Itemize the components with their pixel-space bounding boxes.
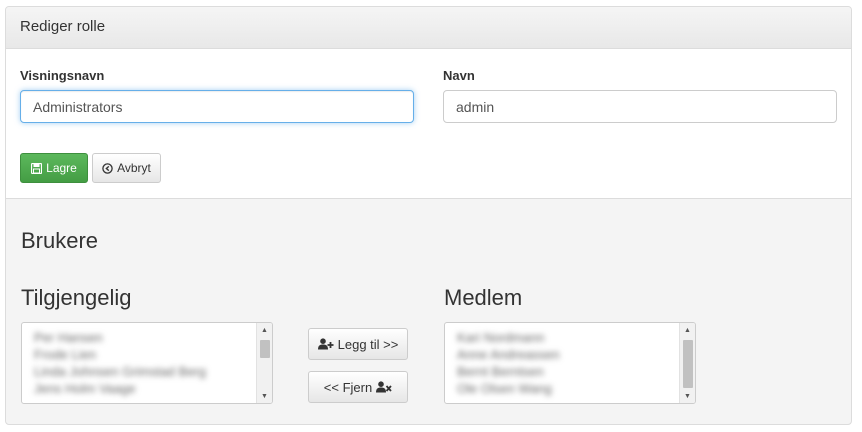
members-scrollbar[interactable]: ▲ ▼	[679, 323, 695, 403]
add-button[interactable]: Legg til >>	[308, 328, 408, 360]
remove-button[interactable]: << Fjern	[308, 371, 408, 403]
save-label: Lagre	[46, 161, 77, 175]
cancel-button[interactable]: Avbryt	[92, 153, 161, 183]
available-scrollbar[interactable]: ▲ ▼	[256, 323, 272, 403]
panel-heading: Rediger rolle	[6, 7, 851, 49]
user-remove-icon	[376, 381, 392, 393]
available-items: Per Hansen Frode Lien Linda Johnsen Grim…	[34, 329, 250, 397]
role-form: Visningsnavn Navn Lagre Avbryt	[6, 49, 851, 199]
user-plus-icon	[317, 338, 334, 350]
name-field[interactable]	[443, 90, 837, 123]
remove-label: << Fjern	[323, 379, 373, 395]
list-item[interactable]: Kari Nordmann	[457, 329, 673, 346]
list-item[interactable]: Linda Johnsen Grimstad Berg	[34, 363, 250, 380]
member-items: Kari Nordmann Anne Andreassen Bernt Bern…	[457, 329, 673, 397]
edit-role-panel: Rediger rolle Visningsnavn Navn Lagre	[5, 6, 852, 425]
scroll-thumb[interactable]	[260, 340, 270, 358]
available-users-list[interactable]: Per Hansen Frode Lien Linda Johnsen Grim…	[21, 322, 273, 404]
list-item[interactable]: Bernt Berntsen	[457, 363, 673, 380]
list-item[interactable]: Jens Holm Vaage	[34, 380, 250, 397]
scroll-down-icon[interactable]: ▼	[680, 389, 695, 403]
scroll-up-icon[interactable]: ▲	[257, 323, 272, 337]
list-item[interactable]: Per Hansen	[34, 329, 250, 346]
members-heading: Medlem	[444, 285, 523, 310]
add-label: Legg til >>	[337, 336, 399, 352]
users-heading: Brukere	[21, 228, 99, 253]
name-label: Navn	[443, 68, 475, 83]
member-users-list[interactable]: Kari Nordmann Anne Andreassen Bernt Bern…	[444, 322, 696, 404]
panel-title: Rediger rolle	[20, 18, 106, 35]
list-item[interactable]: Frode Lien	[34, 346, 250, 363]
available-heading: Tilgjengelig	[21, 285, 132, 310]
display-name-label: Visningsnavn	[20, 68, 105, 83]
scroll-down-icon[interactable]: ▼	[257, 389, 272, 403]
save-button[interactable]: Lagre	[20, 153, 88, 183]
display-name-field[interactable]	[20, 90, 414, 123]
scroll-thumb[interactable]	[683, 340, 693, 388]
list-item[interactable]: Anne Andreassen	[457, 346, 673, 363]
circle-arrow-icon	[102, 162, 113, 174]
list-item[interactable]: Ole Olsen Wang	[457, 380, 673, 397]
floppy-disk-icon	[31, 162, 43, 174]
cancel-label: Avbryt	[117, 161, 151, 175]
scroll-up-icon[interactable]: ▲	[680, 323, 695, 337]
